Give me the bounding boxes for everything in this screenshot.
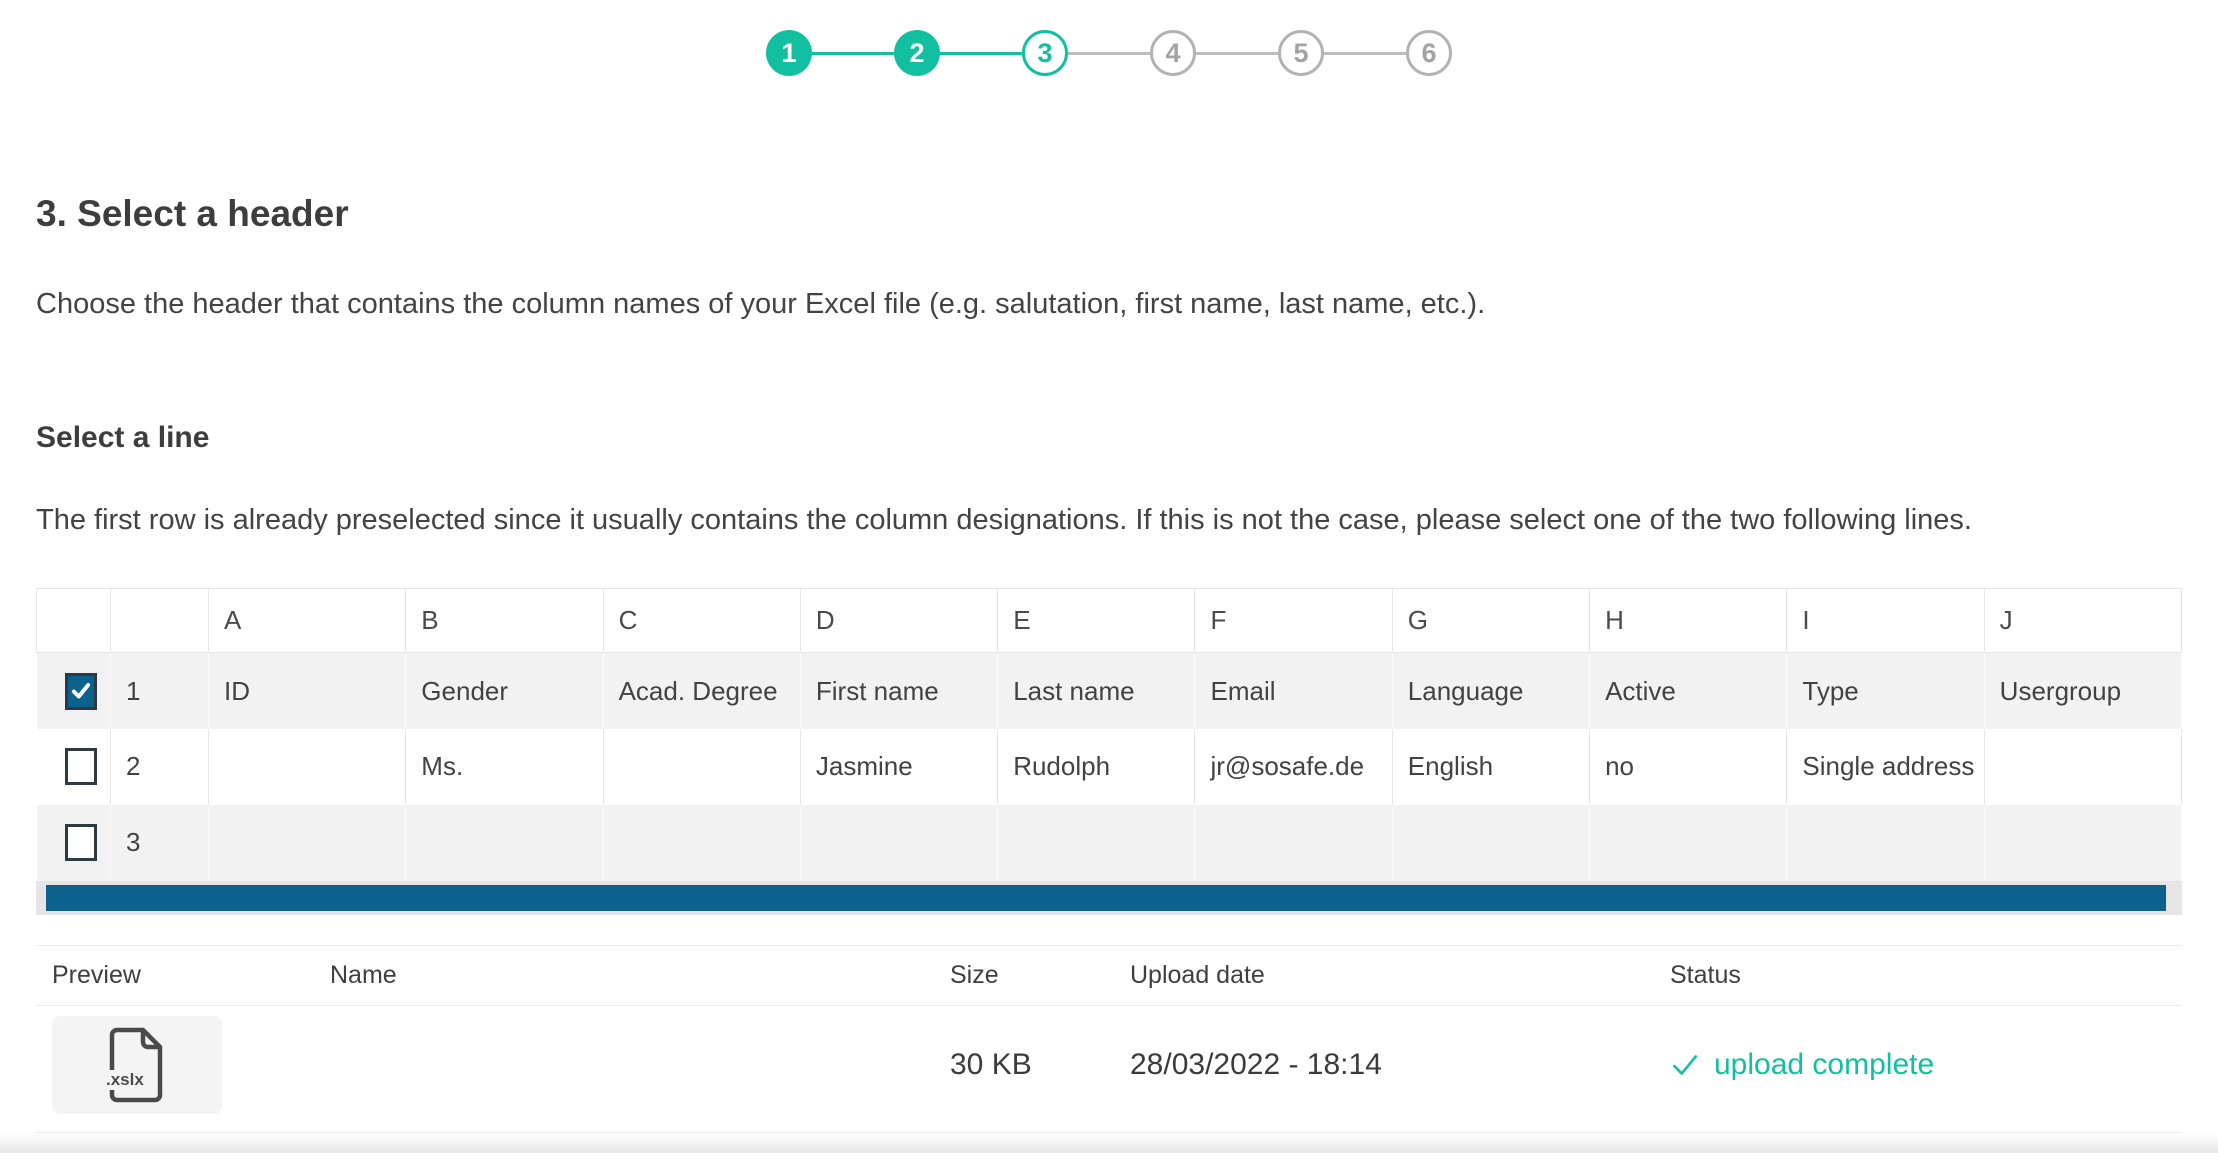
sheet-cell [1392,805,1589,881]
name-column-header: Name [330,961,950,990]
row-number: 1 [111,653,209,729]
column-letter-header: E [998,589,1195,653]
step-connector [1196,52,1278,55]
column-letter-header: H [1590,589,1787,653]
column-letter-header: J [1984,589,2181,653]
page-title: 3. Select a header [36,192,2182,236]
row-2-select-checkbox[interactable] [65,748,97,785]
select-line-title: Select a line [36,419,2182,457]
sheet-cell: jr@sosafe.de [1195,729,1392,805]
row-number-column-header [111,589,209,653]
horizontal-scrollbar[interactable] [36,881,2182,915]
sheet-cell: Email [1195,653,1392,729]
file-table-header: Preview Name Size Upload date Status [36,945,2182,1006]
step-6[interactable]: 6 [1406,30,1452,76]
import-wizard-page: 1 2 3 4 5 6 3. Select a header Choose th… [0,30,2218,1133]
sheet-cell [209,805,406,881]
sheet-cell [1984,805,2181,881]
column-letter-header: A [209,589,406,653]
column-letter-header: B [406,589,603,653]
step-4[interactable]: 4 [1150,30,1196,76]
page-description: Choose the header that contains the colu… [36,286,2182,322]
sheet-preview: A B C D E F G H I J [36,588,2182,915]
sheet-cell: Jasmine [800,729,997,805]
sheet-row-1[interactable]: 1 ID Gender Acad. Degree First name Last… [37,653,2182,729]
file-size: 30 KB [950,1048,1130,1082]
sheet-cell [800,805,997,881]
xlsx-file-icon: .xslx [108,1027,166,1103]
sheet-cell [1195,805,1392,881]
file-preview: .xslx [52,1016,222,1114]
page-bottom-fade [0,1133,2218,1153]
sheet-column-header-row: A B C D E F G H I J [37,589,2182,653]
sheet-cell: First name [800,653,997,729]
step-connector [940,52,1022,55]
sheet-cell [1787,805,1984,881]
sheet-cell: no [1590,729,1787,805]
column-letter-header: I [1787,589,1984,653]
step-5[interactable]: 5 [1278,30,1324,76]
sheet-cell: Usergroup [1984,653,2181,729]
file-row: .xslx 30 KB 28/03/2022 - 18:14 upload co… [36,1006,2182,1133]
step-1[interactable]: 1 [766,30,812,76]
check-icon [70,680,92,702]
status-column-header: Status [1670,961,2182,990]
wizard-stepper: 1 2 3 4 5 6 [36,30,2182,76]
step-3[interactable]: 3 [1022,30,1068,76]
sheet-row-3[interactable]: 3 [37,805,2182,881]
sheet-row-2[interactable]: 2 Ms. Jasmine Rudolph jr@sosafe.de Engli… [37,729,2182,805]
preview-column-header: Preview [36,961,330,990]
scrollbar-thumb[interactable] [46,885,2166,911]
upload-status-text: upload complete [1714,1048,1934,1082]
sheet-cell [603,729,800,805]
check-icon [1670,1050,1700,1080]
checkbox-column-header [37,589,111,653]
step-connector [1068,52,1150,55]
sheet-cell [1984,729,2181,805]
sheet-cell [1590,805,1787,881]
step-connector [1324,52,1406,55]
column-letter-header: C [603,589,800,653]
step-connector [812,52,894,55]
column-letter-header: F [1195,589,1392,653]
row-1-select-checkbox[interactable] [65,673,97,710]
select-line-description: The first row is already preselected sin… [36,502,2182,538]
column-letter-header: G [1392,589,1589,653]
sheet-cell: Type [1787,653,1984,729]
sheet-cell: Acad. Degree [603,653,800,729]
sheet-cell [998,805,1195,881]
row-3-select-checkbox[interactable] [65,824,97,861]
sheet-cell: ID [209,653,406,729]
upload-status: upload complete [1670,1048,2182,1082]
size-column-header: Size [950,961,1130,990]
file-extension-label: .xslx [105,1070,145,1090]
sheet-table: A B C D E F G H I J [36,588,2182,881]
sheet-cell: Ms. [406,729,603,805]
sheet-cell: Gender [406,653,603,729]
step-2[interactable]: 2 [894,30,940,76]
sheet-cell [209,729,406,805]
file-upload-date: 28/03/2022 - 18:14 [1130,1048,1670,1082]
sheet-cell: Language [1392,653,1589,729]
sheet-cell [603,805,800,881]
uploaded-file-table: Preview Name Size Upload date Status .xs… [36,945,2182,1133]
sheet-cell [406,805,603,881]
sheet-cell: Rudolph [998,729,1195,805]
sheet-cell: Active [1590,653,1787,729]
sheet-cell: Single address [1787,729,1984,805]
row-number: 2 [111,729,209,805]
upload-date-column-header: Upload date [1130,961,1670,990]
row-number: 3 [111,805,209,881]
sheet-cell: English [1392,729,1589,805]
column-letter-header: D [800,589,997,653]
sheet-cell: Last name [998,653,1195,729]
